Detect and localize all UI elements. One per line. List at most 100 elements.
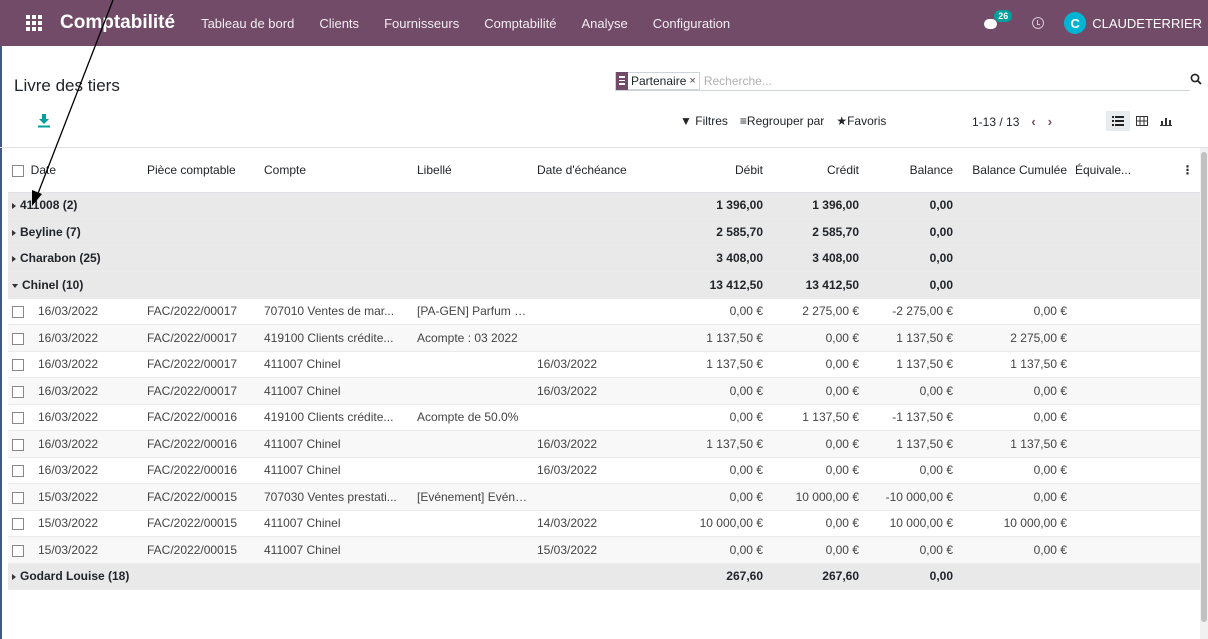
table-row[interactable]: 16/03/2022 FAC/2022/00016 419100 Clients c… <box>8 404 1200 431</box>
row-account: 707010 Ventes de mar... <box>260 298 413 325</box>
group-row[interactable]: 411008 (2) 1 396,00 1 396,00 0,00 <box>8 192 1200 219</box>
ledger-table: Date Pièce comptable Compte Libellé Date… <box>8 148 1200 590</box>
row-account: 411007 Chinel <box>260 351 413 378</box>
group-row-expanded[interactable]: Chinel (10) 13 412,50 13 412,50 0,00 <box>8 271 1200 299</box>
row-checkbox[interactable] <box>12 332 24 345</box>
menu-item-accounting[interactable]: Comptabilité <box>484 16 556 31</box>
table-row[interactable]: 16/03/2022 FAC/2022/00016 411007 Chinel 16/… <box>8 430 1200 458</box>
header-piece[interactable]: Pièce comptable <box>143 148 260 193</box>
pager-value[interactable]: 1-13 / 13 <box>972 115 1019 129</box>
row-piece: FAC/2022/00015 <box>143 510 260 537</box>
page-title: Livre des tiers <box>14 76 120 95</box>
row-checkbox[interactable] <box>12 306 24 319</box>
group-row[interactable]: Charabon (25) 3 408,00 3 408,00 0,00 <box>8 245 1200 272</box>
row-checkbox[interactable] <box>12 412 24 425</box>
group-row[interactable]: Godard Louise (18) 267,60 267,60 0,00 <box>8 563 1200 590</box>
scrollbar-thumb[interactable] <box>1201 152 1207 622</box>
row-date-value: 16/03/2022 <box>38 410 99 425</box>
row-checkbox[interactable] <box>12 544 24 557</box>
row-debit: 0,00 € <box>657 404 767 431</box>
table-row[interactable]: 16/03/2022 FAC/2022/00016 411007 Chinel 16/… <box>8 457 1200 484</box>
header-label[interactable]: Libellé <box>413 148 533 193</box>
activity-clock-icon[interactable] <box>1032 17 1045 29</box>
filters-button[interactable]: ▼ Filtres <box>680 114 728 128</box>
group-row[interactable]: Beyline (7) 2 585,70 2 585,70 0,00 <box>8 218 1200 246</box>
group-label: Chinel (10) <box>22 277 84 292</box>
row-piece: FAC/2022/00015 <box>143 536 260 564</box>
app-brand[interactable]: Comptabilité <box>60 12 175 34</box>
row-date: 16/03/2022 <box>8 404 143 431</box>
group-credit: 1 396,00 <box>767 192 863 219</box>
row-due-date: 16/03/2022 <box>533 430 657 458</box>
row-label: [Evénement] Evénemen... <box>413 483 533 511</box>
select-all-checkbox[interactable] <box>12 164 24 177</box>
user-name[interactable]: CLAUDETERRIER <box>1092 16 1202 31</box>
table-row[interactable]: 15/03/2022 FAC/2022/00015 707030 Ventes pr… <box>8 483 1200 511</box>
avatar[interactable]: C <box>1064 12 1087 34</box>
header-date[interactable]: Date <box>8 148 143 193</box>
row-cumulative-balance: 0,00 € <box>957 536 1071 564</box>
group-label: Beyline (7) <box>20 224 81 239</box>
row-spacer <box>1175 457 1200 484</box>
row-spacer <box>1175 351 1200 378</box>
row-cumulative-balance: 0,00 € <box>957 298 1071 325</box>
row-equivalent <box>1071 483 1175 511</box>
row-date: 16/03/2022 <box>8 457 143 484</box>
download-icon[interactable] <box>38 114 50 128</box>
row-credit: 0,00 € <box>767 430 863 458</box>
header-credit[interactable]: Crédit <box>767 148 863 193</box>
facet-close-icon[interactable]: × <box>689 75 698 87</box>
row-account: 411007 Chinel <box>260 377 413 405</box>
row-checkbox[interactable] <box>12 518 24 531</box>
row-checkbox[interactable] <box>12 491 24 504</box>
row-checkbox[interactable] <box>12 465 24 478</box>
search-input[interactable] <box>703 73 1104 88</box>
row-checkbox[interactable] <box>12 385 24 398</box>
table-row[interactable]: 15/03/2022 FAC/2022/00015 411007 Chinel 14/… <box>8 510 1200 537</box>
vertical-scrollbar[interactable] <box>1200 148 1208 639</box>
list-view-icon[interactable] <box>1106 111 1130 131</box>
row-date: 16/03/2022 <box>8 324 143 352</box>
table-row[interactable]: 16/03/2022 FAC/2022/00017 411007 Chinel 16/… <box>8 377 1200 405</box>
group-by-button[interactable]: ≡Regrouper par <box>740 114 824 128</box>
header-due-date[interactable]: Date d'échéance <box>533 148 657 193</box>
group-balance: 0,00 <box>863 192 957 219</box>
header-balance[interactable]: Balance <box>863 148 957 193</box>
pager: 1-13 / 13 ‹› <box>972 114 1064 129</box>
row-account: 411007 Chinel <box>260 510 413 537</box>
optional-columns-icon[interactable]: ⋮ <box>1175 148 1200 193</box>
chat-icon[interactable]: 26 <box>984 10 1013 30</box>
menu-item-suppliers[interactable]: Fournisseurs <box>384 16 459 31</box>
chevron-left-icon[interactable]: ‹ <box>1031 114 1047 129</box>
pivot-view-icon[interactable] <box>1130 111 1154 131</box>
chevron-right-icon[interactable]: › <box>1048 114 1064 129</box>
row-checkbox[interactable] <box>12 438 24 451</box>
table-row[interactable]: 15/03/2022 FAC/2022/00015 411007 Chinel 15/… <box>8 536 1200 564</box>
menu-item-clients[interactable]: Clients <box>319 16 359 31</box>
header-equivalent[interactable]: Équivale... <box>1071 148 1175 193</box>
row-account: 707030 Ventes prestati... <box>260 483 413 511</box>
row-due-date: 16/03/2022 <box>533 457 657 484</box>
control-panel: Livre des tiers Partenaire × ▼ Filtres ≡… <box>0 46 1208 148</box>
table-row[interactable]: 16/03/2022 FAC/2022/00017 707010 Ventes de… <box>8 298 1200 325</box>
menu-item-dashboard[interactable]: Tableau de bord <box>201 16 294 31</box>
menu-item-configuration[interactable]: Configuration <box>653 16 730 31</box>
apps-menu-icon[interactable] <box>26 15 60 31</box>
row-spacer <box>1175 430 1200 458</box>
menu-item-analysis[interactable]: Analyse <box>581 16 627 31</box>
row-due-date: 16/03/2022 <box>533 377 657 405</box>
row-date: 16/03/2022 <box>8 351 143 378</box>
header-account[interactable]: Compte <box>260 148 413 193</box>
row-label <box>413 377 533 405</box>
search-icon[interactable] <box>1190 73 1202 85</box>
table-row[interactable]: 16/03/2022 FAC/2022/00017 419100 Clients c… <box>8 324 1200 352</box>
graph-view-icon[interactable] <box>1154 111 1178 131</box>
table-row[interactable]: 16/03/2022 FAC/2022/00017 411007 Chinel 16/… <box>8 351 1200 378</box>
favorites-button[interactable]: ★Favoris <box>836 114 886 128</box>
group-balance: 0,00 <box>863 245 957 272</box>
header-cumulative-balance[interactable]: Balance Cumulée <box>957 148 1071 193</box>
group-label: Godard Louise (18) <box>20 569 130 584</box>
header-debit[interactable]: Débit <box>657 148 767 193</box>
row-label <box>413 457 533 484</box>
row-checkbox[interactable] <box>12 359 24 372</box>
